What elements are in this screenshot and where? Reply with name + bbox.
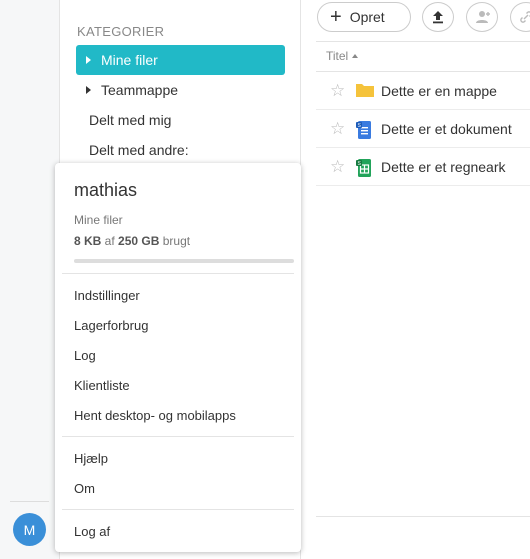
file-row[interactable]: ☆ Dette er en mappe [316, 72, 530, 110]
title-column-header[interactable]: Titel [326, 49, 359, 63]
usage-used: 8 KB [74, 234, 102, 248]
menu-item-storage-usage[interactable]: Lagerforbrug [74, 318, 148, 333]
menu-item-settings[interactable]: Indstillinger [74, 288, 140, 303]
star-icon[interactable]: ☆ [330, 81, 345, 101]
menu-item-client-list[interactable]: Klientliste [74, 378, 130, 393]
categories-heading: KATEGORIER [77, 24, 165, 39]
menu-item-log[interactable]: Log [74, 348, 96, 363]
menu-divider [62, 436, 294, 437]
file-name[interactable]: Dette er en mappe [381, 83, 497, 99]
menu-item-help[interactable]: Hjælp [74, 451, 108, 466]
star-icon[interactable]: ☆ [330, 119, 345, 139]
sidebar-item-label: Mine filer [101, 52, 158, 68]
sort-ascending-icon [352, 54, 359, 58]
account-menu: mathias Mine filer 8 KB af 250 GB brugt … [55, 163, 301, 552]
storage-usage: 8 KB af 250 GB brugt [74, 234, 190, 248]
sidebar-item-shared-with-others[interactable]: Delt med andre: [89, 142, 189, 158]
storage-progress-bar [74, 259, 294, 263]
avatar[interactable]: M [13, 513, 46, 546]
title-column-label: Titel [326, 49, 349, 63]
usage-total: 250 GB [118, 234, 160, 248]
create-button[interactable]: + Opret [317, 2, 411, 32]
link-icon [520, 11, 530, 23]
menu-divider [62, 273, 294, 274]
caret-right-icon[interactable] [86, 56, 91, 64]
star-icon[interactable]: ☆ [330, 157, 345, 177]
spreadsheet-icon: S [356, 159, 371, 177]
folder-icon [356, 84, 374, 97]
plus-icon: + [330, 6, 342, 28]
rail-divider [10, 501, 49, 502]
sidebar-item-shared-with-me[interactable]: Delt med mig [89, 112, 171, 128]
logout-button[interactable]: Log af [74, 524, 110, 539]
usage-suffix: brugt [159, 234, 191, 248]
file-name[interactable]: Dette er et regneark [381, 159, 506, 175]
file-row[interactable]: ☆ S Dette er et regneark [316, 148, 530, 186]
storage-label: Mine filer [74, 213, 123, 227]
main-content: + Opret Titel ☆ Dette er en mappe ☆ S De… [300, 0, 530, 559]
share-user-button[interactable] [466, 2, 498, 32]
left-rail: M [0, 0, 60, 559]
menu-item-about[interactable]: Om [74, 481, 95, 496]
sidebar-item-team-folder[interactable]: Teammappe [76, 75, 285, 105]
add-user-icon [476, 11, 490, 23]
toolbar-divider [316, 41, 530, 42]
sidebar-item-my-files[interactable]: Mine filer [76, 45, 285, 75]
upload-icon [433, 11, 443, 24]
sidebar-item-label: Teammappe [101, 82, 179, 98]
usage-mid: af [101, 234, 119, 248]
footer-divider [316, 516, 530, 517]
upload-button[interactable] [422, 2, 454, 32]
file-row[interactable]: ☆ S Dette er et dokument [316, 110, 530, 148]
caret-right-icon[interactable] [86, 86, 91, 94]
create-button-label: Opret [349, 9, 385, 25]
menu-divider [62, 509, 294, 510]
link-button[interactable] [510, 2, 530, 32]
file-name[interactable]: Dette er et dokument [381, 121, 512, 137]
account-username: mathias [74, 180, 138, 200]
menu-item-get-apps[interactable]: Hent desktop- og mobilapps [74, 408, 236, 423]
document-icon: S [356, 121, 371, 139]
